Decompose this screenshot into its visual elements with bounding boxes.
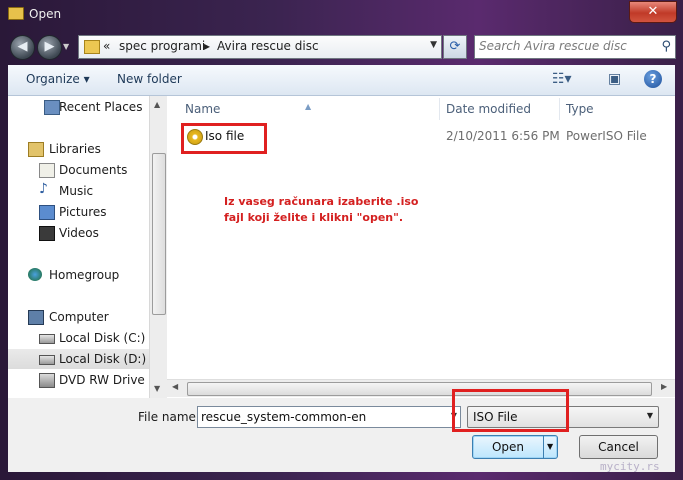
open-button-label: Open [491,440,525,454]
scroll-left-icon[interactable]: ◀ [172,382,178,391]
dialog-footer: File name: ▼ ISO File ▼ Open ▼ Cancel [8,389,675,472]
scrollbar-thumb[interactable] [187,382,652,396]
sidebar-item-label: Libraries [49,142,101,156]
sidebar-item-label: Local Disk (C:) [59,331,146,345]
column-header-type[interactable]: Type [566,102,594,116]
horizontal-scrollbar[interactable]: ◀ ▶ [167,379,675,397]
breadcrumb-overflow[interactable]: « [103,39,110,53]
recent-pages-chevron-icon[interactable]: ▼ [63,42,69,51]
sidebar-item-local-disk-d[interactable]: Local Disk (D:) [8,349,149,369]
sidebar-item-label: Computer [49,310,109,324]
documents-icon [39,163,55,178]
sidebar-item-label: Music [59,184,94,198]
sidebar-item-label: Recent Places [59,100,143,114]
chevron-down-icon[interactable]: ▼ [647,411,653,420]
column-divider[interactable] [439,98,440,120]
instruction-annotation: Iz vaseg računara izaberite .iso fajl ko… [224,194,424,226]
watermark: mycity.rs [600,460,660,473]
address-bar[interactable]: « spec programi ▸ Avira rescue disc ▼ [78,35,442,59]
sidebar-item-dvd-rw-drive[interactable]: DVD RW Drive (E: [8,370,165,390]
search-box[interactable]: ⚲ [474,35,676,59]
view-options-icon[interactable]: ☷▾ [552,71,572,87]
annotation-line: Iz vaseg računara izaberite .iso [224,195,419,208]
folder-icon [84,40,100,54]
highlight-box [181,123,267,154]
help-button[interactable]: ? [644,70,662,88]
open-dialog-window: Open ✕ ◀ ▶ ▼ « spec programi ▸ Avira res… [0,0,683,480]
search-input[interactable] [479,39,649,53]
breadcrumb-avira-rescue-disc[interactable]: Avira rescue disc [217,39,319,53]
homegroup-icon [28,268,42,281]
breadcrumb-spec-programi[interactable]: spec programi [119,39,205,53]
hard-disk-icon [39,334,55,344]
open-button[interactable]: Open ▼ [472,435,558,459]
title-bar[interactable]: Open ✕ [0,0,683,30]
address-dropdown-icon[interactable]: ▼ [430,40,437,50]
sidebar-item-label: Videos [59,226,99,240]
scroll-down-icon[interactable]: ▼ [154,384,160,393]
sidebar-item-label: Pictures [59,205,107,219]
column-headers: ▲ Name Date modified Type [167,96,675,122]
computer-icon [28,310,44,325]
preview-pane-icon[interactable]: ▣ [608,71,621,87]
sidebar-item-label: Documents [59,163,128,177]
breadcrumb-separator-icon[interactable]: ▸ [204,39,210,53]
sidebar-item-local-disk-c[interactable]: Local Disk (C:) [8,328,149,348]
sort-arrow-icon: ▲ [305,102,312,111]
sidebar-item-computer[interactable]: Computer [8,307,149,327]
sidebar-item-libraries[interactable]: Libraries [8,139,149,159]
scrollbar-thumb[interactable] [152,153,166,315]
annotation-line: fajl koji želite i klikni "open". [224,211,404,224]
sidebar-item-homegroup[interactable]: Homegroup [8,265,149,285]
column-header-name[interactable]: Name [185,102,220,116]
file-type: PowerISO File [566,129,647,143]
file-name-combobox[interactable]: ▼ [197,406,461,428]
refresh-button[interactable]: ⟳ [443,35,467,59]
navigation-scrollbar[interactable]: ▲ ▼ [149,96,167,398]
command-toolbar: Organize ▾ New folder ☷▾ ▣ ? [8,65,675,96]
folder-icon [8,7,24,20]
highlight-box [452,389,569,432]
close-button[interactable]: ✕ [629,1,677,23]
navigation-pane: Recent Places Libraries Documents ♪ Musi… [8,96,165,398]
navigation-bar: ◀ ▶ ▼ « spec programi ▸ Avira rescue dis… [0,30,683,63]
sidebar-item-label: Homegroup [49,268,120,282]
organize-button[interactable]: Organize ▾ [26,72,90,86]
sidebar-item-label: Local Disk (D:) [59,352,147,366]
cancel-button-label: Cancel [598,440,639,454]
sidebar-item-music[interactable]: ♪ Music [8,181,149,201]
open-options-chevron-icon[interactable]: ▼ [547,442,553,451]
file-name-label: File name: [138,410,200,424]
new-folder-button[interactable]: New folder [117,72,182,86]
search-icon[interactable]: ⚲ [661,39,671,54]
pictures-icon [39,205,55,220]
scroll-up-icon[interactable]: ▲ [154,100,160,109]
hard-disk-icon [39,355,55,365]
sidebar-item-pictures[interactable]: Pictures [8,202,149,222]
sidebar-item-documents[interactable]: Documents [8,160,149,180]
music-icon: ♪ [39,181,48,197]
videos-icon [39,226,55,241]
file-date: 2/10/2011 6:56 PM [446,129,560,143]
content-area: Recent Places Libraries Documents ♪ Musi… [8,96,675,398]
libraries-icon [28,142,44,157]
forward-button[interactable]: ▶ [37,35,62,60]
recent-places-icon [44,100,60,115]
back-button[interactable]: ◀ [10,35,35,60]
file-name-input[interactable] [201,409,431,425]
dvd-drive-icon [39,373,55,388]
column-divider[interactable] [559,98,560,120]
sidebar-item-videos[interactable]: Videos [8,223,149,243]
cancel-button[interactable]: Cancel [579,435,658,459]
sidebar-item-recent-places[interactable]: Recent Places [8,97,149,117]
file-list: ▲ Name Date modified Type Iso file 2/10/… [167,96,675,398]
split-divider [543,436,544,458]
column-header-date-modified[interactable]: Date modified [446,102,531,116]
scroll-right-icon[interactable]: ▶ [661,382,667,391]
window-title: Open [29,7,62,21]
